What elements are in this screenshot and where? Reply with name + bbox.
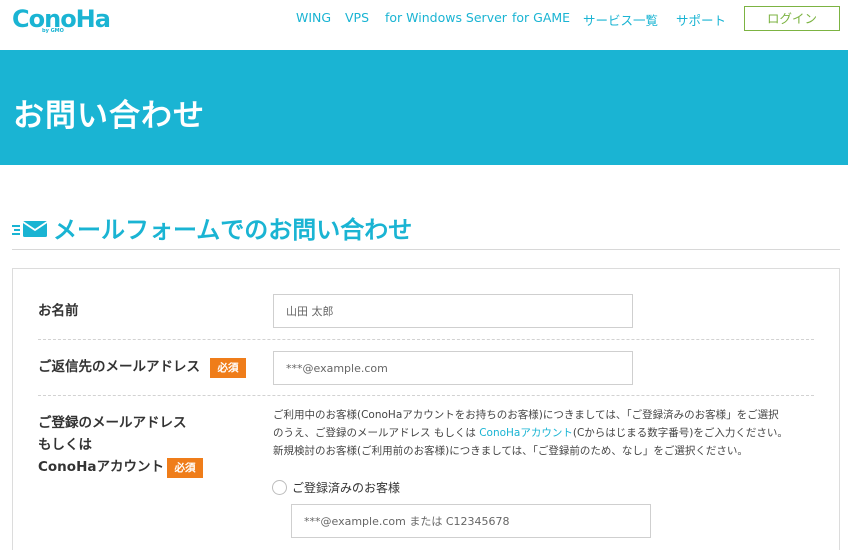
registered-customer-radio[interactable]	[272, 480, 287, 495]
desc-text: (Cからはじまる数字番号)をご入力ください。	[572, 427, 788, 439]
nav-item-game[interactable]: for GAME	[512, 10, 570, 28]
name-input[interactable]	[273, 294, 633, 328]
row-divider	[38, 395, 814, 396]
required-badge: 必須	[167, 458, 203, 478]
section-divider	[12, 249, 840, 250]
account-label-line3: ConoHaアカウント	[38, 459, 164, 475]
logo-sub: by GMO	[42, 28, 64, 34]
hero-banner: お問い合わせ	[0, 50, 848, 165]
reply-email-input[interactable]	[273, 351, 633, 385]
registered-customer-label[interactable]: ご登録済みのお客様	[292, 479, 400, 496]
account-description-line3: 新規検討のお客様(ご利用前のお客様)につきましては、「ご登録前のため、なし」をご…	[273, 445, 748, 457]
row-divider	[38, 339, 814, 340]
login-button[interactable]: ログイン	[744, 6, 840, 31]
account-description-line1: ご利用中のお客様(ConoHaアカウントをお持ちのお客様)につきましては、「ご登…	[273, 409, 779, 421]
required-badge: 必須	[210, 358, 246, 378]
name-label: お名前	[38, 303, 79, 319]
conoha-account-link[interactable]: ConoHaアカウント	[479, 427, 573, 439]
nav-item-support[interactable]: サポート	[676, 10, 726, 28]
nav-item-windows-server[interactable]: for Windows Server	[385, 10, 507, 28]
mail-icon	[12, 221, 48, 237]
conoha-logo[interactable]: ConoHa by GMO	[12, 6, 111, 36]
nav-item-vps[interactable]: VPS	[345, 10, 369, 28]
account-id-input[interactable]	[291, 504, 651, 538]
page-title: お問い合わせ	[13, 98, 205, 134]
account-description-line2: のうえ、ご登録のメールアドレス もしくは ConoHaアカウント(Cからはじまる…	[273, 424, 788, 442]
account-label-line1: ご登録のメールアドレス	[38, 415, 187, 431]
account-label-line2: もしくは	[38, 437, 92, 453]
reply-email-label: ご返信先のメールアドレス	[38, 359, 200, 375]
nav-item-services[interactable]: サービス一覧	[583, 10, 658, 28]
site-header: ConoHa by GMO WING VPS for Windows Serve…	[0, 0, 848, 50]
section-title: メールフォームでのお問い合わせ	[53, 216, 413, 244]
nav-item-wing[interactable]: WING	[296, 10, 331, 28]
desc-text: のうえ、ご登録のメールアドレス もしくは	[273, 427, 480, 439]
